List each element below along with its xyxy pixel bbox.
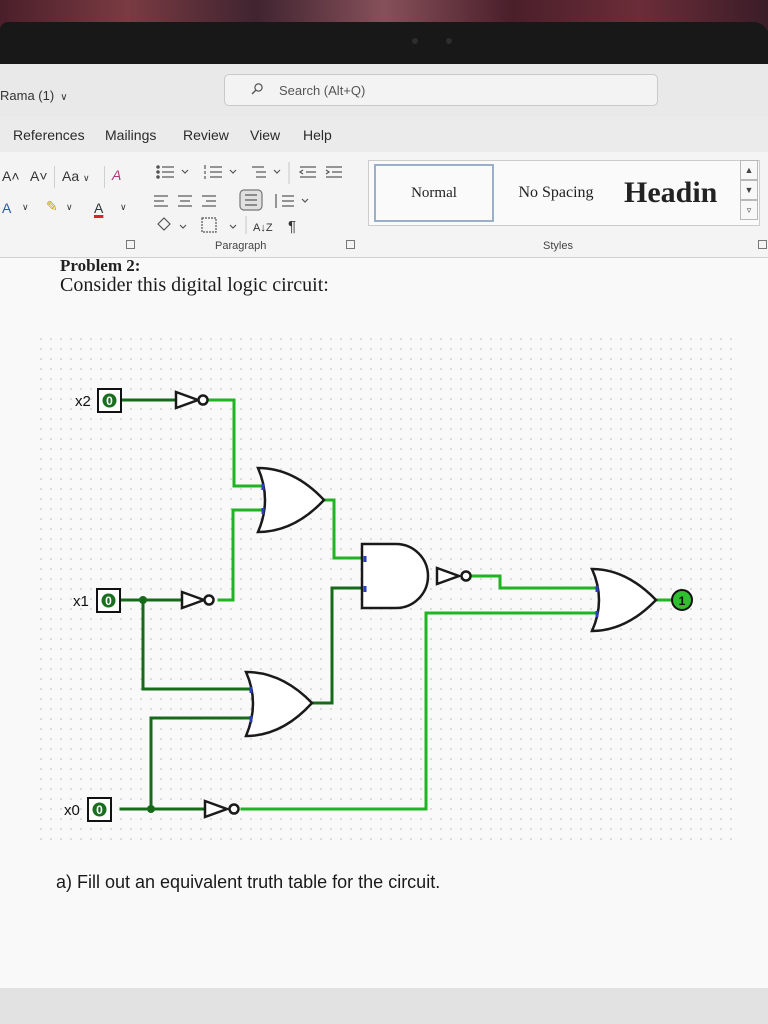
- bullets-icon[interactable]: [156, 165, 174, 179]
- style-no-spacing[interactable]: No Spacing: [500, 164, 612, 222]
- font-color-button[interactable]: A: [94, 200, 103, 216]
- title-bar: Rama (1) ∨ Search (Alt+Q): [0, 64, 768, 116]
- document-page[interactable]: Problem 2: Consider this digital logic c…: [0, 256, 768, 998]
- line-spacing-icon[interactable]: [275, 194, 294, 208]
- input-value-x2: 0: [106, 394, 113, 408]
- style-normal[interactable]: Normal: [374, 164, 494, 222]
- decrease-indent-icon[interactable]: [298, 166, 316, 178]
- chevron-down-icon: ∨: [83, 173, 90, 183]
- ribbon: A˄ A˅ Aa ∨ A A ∨ ✎ ∨ A ∨ A↓Z ¶ Paragraph…: [0, 152, 768, 258]
- font-dialog-launcher-icon[interactable]: [126, 240, 135, 249]
- paragraph-tools: A↓Z ¶: [154, 162, 342, 235]
- tab-references[interactable]: References: [13, 127, 85, 143]
- show-formatting-marks-icon[interactable]: ¶: [288, 218, 296, 235]
- input-label-x0: x0: [64, 802, 80, 819]
- junction-dot: [139, 596, 147, 604]
- ribbon-tabs: References Mailings Review View Help: [0, 116, 768, 152]
- search-placeholder: Search (Alt+Q): [279, 83, 366, 98]
- text-effects-button[interactable]: A: [2, 200, 11, 216]
- increase-indent-icon[interactable]: [325, 166, 342, 178]
- input-label-x2: x2: [75, 393, 91, 410]
- shrink-font-button[interactable]: A˅: [30, 168, 48, 184]
- styles-scroll-down-icon[interactable]: ▼: [740, 180, 758, 200]
- align-right-icon[interactable]: [202, 195, 216, 207]
- logic-circuit-diagram: x2 0 x1 0 x0 0 1: [40, 338, 740, 848]
- sensor-icon: [446, 38, 452, 44]
- input-label-x1: x1: [73, 593, 89, 610]
- status-area: [0, 988, 768, 1024]
- output-pin[interactable]: 1: [671, 589, 693, 611]
- divider: [104, 166, 105, 188]
- tab-mailings[interactable]: Mailings: [105, 127, 156, 143]
- input-value-x1: 0: [105, 594, 112, 608]
- styles-scroll-up-icon[interactable]: ▲: [740, 160, 758, 180]
- chevron-down-icon: ∨: [120, 202, 127, 212]
- junction-dot: [147, 805, 155, 813]
- tab-help[interactable]: Help: [303, 127, 332, 143]
- input-pin-x2[interactable]: x2 0: [75, 388, 122, 413]
- document-name-label: Rama (1): [0, 88, 55, 103]
- styles-group-label: Styles: [543, 240, 573, 252]
- document-name[interactable]: Rama (1) ∨: [0, 88, 68, 103]
- chevron-down-icon: ∨: [60, 92, 68, 103]
- align-center-icon[interactable]: [178, 195, 192, 207]
- highlighter-icon[interactable]: ✎: [46, 198, 58, 215]
- paragraph-dialog-launcher-icon[interactable]: [346, 240, 355, 249]
- borders-icon[interactable]: [201, 217, 217, 233]
- shading-icon[interactable]: [157, 217, 171, 231]
- change-case-button[interactable]: Aa ∨: [62, 168, 90, 184]
- input-pin-x1[interactable]: x1 0: [73, 588, 121, 613]
- multilevel-list-icon[interactable]: [252, 166, 266, 178]
- style-heading[interactable]: Headin: [618, 164, 740, 222]
- clear-formatting-button[interactable]: A: [112, 167, 121, 183]
- numbering-icon[interactable]: [204, 165, 222, 179]
- styles-dialog-launcher-icon[interactable]: [758, 240, 767, 249]
- question-a-text: a) Fill out an equivalent truth table fo…: [56, 872, 441, 892]
- search-box[interactable]: Search (Alt+Q): [224, 74, 658, 106]
- word-window: Rama (1) ∨ Search (Alt+Q) References Mail…: [0, 64, 768, 1024]
- chevron-down-icon: ∨: [22, 202, 29, 212]
- divider: [54, 166, 55, 188]
- input-pin-x0[interactable]: x0 0: [64, 797, 112, 822]
- styles-expand-icon[interactable]: ▿: [740, 200, 758, 220]
- output-value: 1: [679, 594, 686, 608]
- camera-icon: [412, 38, 418, 44]
- laptop-bezel: [0, 22, 768, 68]
- sort-icon[interactable]: A↓Z: [253, 222, 273, 234]
- chevron-down-icon: ∨: [66, 202, 73, 212]
- change-case-label: Aa: [62, 168, 80, 184]
- paragraph-group-label: Paragraph: [215, 240, 267, 252]
- input-value-x0: 0: [96, 803, 103, 817]
- tab-view[interactable]: View: [250, 127, 280, 143]
- and-gate[interactable]: [360, 542, 430, 610]
- align-left-icon[interactable]: [154, 195, 168, 207]
- grow-font-button[interactable]: A˄: [2, 168, 20, 184]
- tab-review[interactable]: Review: [183, 127, 229, 143]
- search-icon: [251, 83, 263, 95]
